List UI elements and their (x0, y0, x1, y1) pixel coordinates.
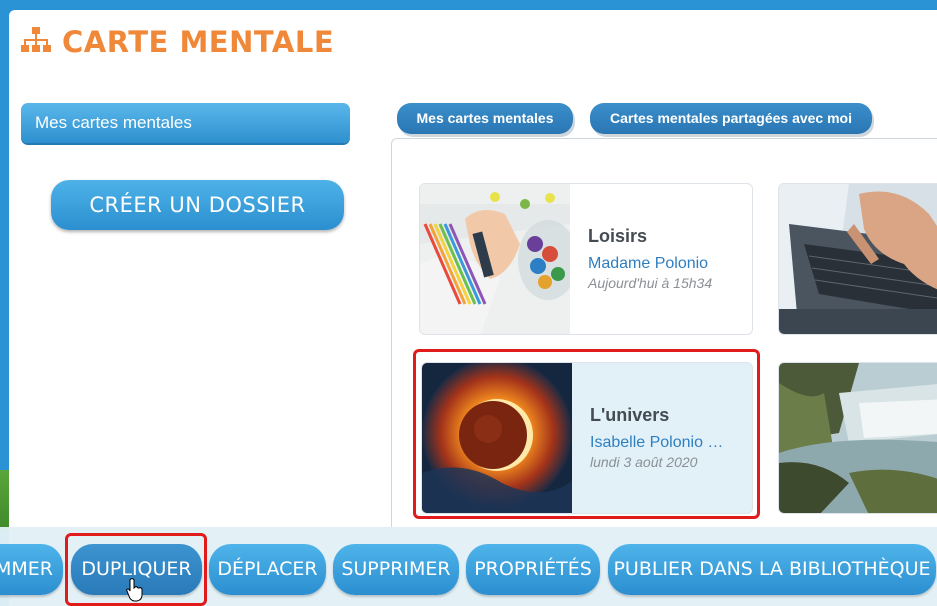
card-author: Madame Polonio (588, 255, 709, 272)
laptop-typing-image (779, 184, 937, 334)
properties-button[interactable]: PROPRIÉTÉS (466, 544, 600, 595)
map-card[interactable] (778, 362, 937, 514)
coloring-pencils-image (420, 184, 578, 334)
card-info: Loisirs Madame Polonio Aujourd'hui à 15h… (588, 226, 738, 291)
waterfall-image (779, 363, 937, 513)
card-date: Aujourd'hui à 15h34 (588, 275, 713, 291)
folder-select[interactable]: Mes cartes mentales (21, 103, 350, 143)
card-title: Loisirs (588, 226, 648, 246)
selection-highlight (413, 349, 760, 519)
delete-button[interactable]: SUPPRIMER (333, 544, 459, 595)
app-header: CARTE MENTALE (20, 24, 334, 60)
publish-library-button[interactable]: PUBLIER DANS LA BIBLIOTHÈQUE (608, 544, 936, 595)
move-button[interactable]: DÉPLACER (209, 544, 326, 595)
tab-my-maps[interactable]: Mes cartes mentales (397, 103, 573, 134)
page-title: CARTE MENTALE (62, 25, 335, 59)
create-folder-button[interactable]: CRÉER UN DOSSIER (51, 180, 344, 230)
hand-cursor-icon (126, 578, 144, 602)
map-card[interactable] (778, 183, 937, 335)
rename-button[interactable]: OMMER (0, 544, 63, 595)
tab-shared-maps[interactable]: Cartes mentales partagées avec moi (590, 103, 872, 134)
sitemap-icon (20, 25, 52, 60)
map-card[interactable]: Loisirs Madame Polonio Aujourd'hui à 15h… (419, 183, 753, 335)
